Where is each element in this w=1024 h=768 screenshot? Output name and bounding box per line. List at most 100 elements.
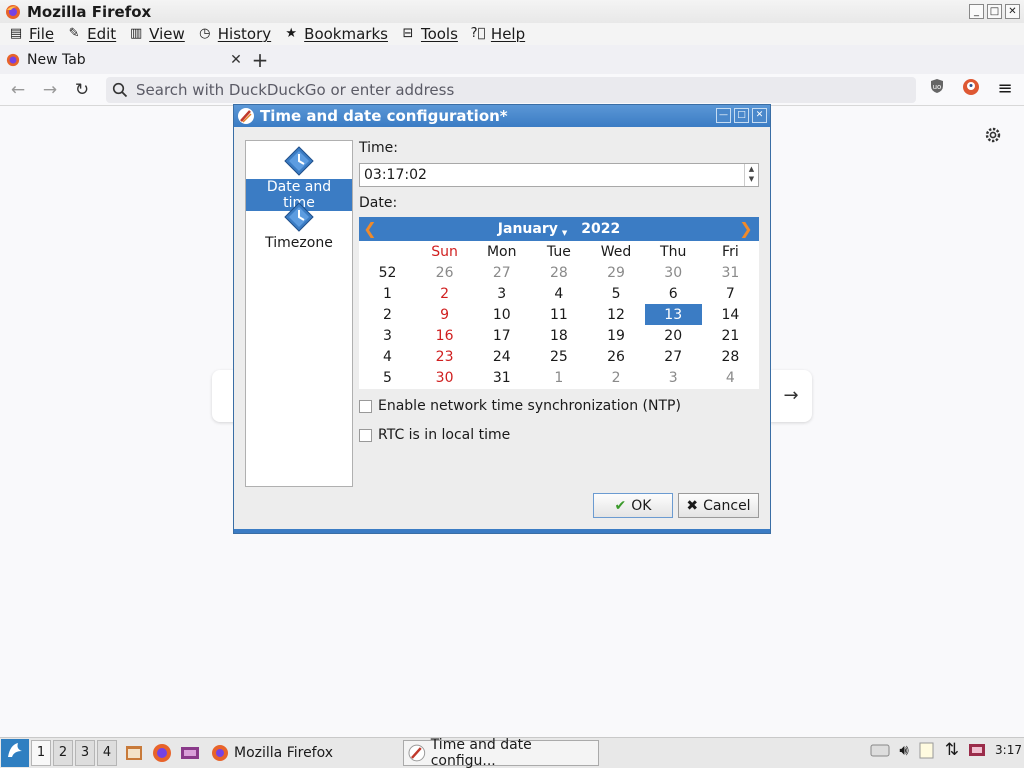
time-spin-buttons[interactable]: ▲ ▼ [744, 164, 758, 186]
calendar-day[interactable]: 4 [702, 367, 759, 388]
cancel-label: Cancel [703, 497, 751, 514]
close-button[interactable]: ✕ [1005, 4, 1020, 19]
rtc-checkbox[interactable]: RTC is in local time [359, 427, 510, 443]
duckduckgo-icon[interactable] [960, 78, 982, 100]
calendar-month[interactable]: January [498, 221, 558, 237]
firefox-launcher-icon[interactable] [151, 742, 173, 764]
next-month-arrow-icon[interactable]: ❯ [737, 219, 755, 238]
calendar-day[interactable]: 25 [530, 346, 587, 367]
calendar-day[interactable]: 12 [587, 304, 644, 325]
update-icon[interactable] [967, 740, 987, 760]
menu-tools[interactable]: ⊟ Tools [400, 25, 458, 43]
menu-hamburger-icon[interactable]: ≡ [994, 78, 1016, 100]
urlbar[interactable] [106, 77, 916, 103]
time-spinbox[interactable]: ▲▼ [359, 163, 759, 187]
task-time-date[interactable]: Time and date configu... [403, 737, 600, 768]
tab-close-icon[interactable]: ✕ [226, 52, 246, 68]
checkbox-box[interactable] [359, 428, 372, 442]
calendar-week-row: 5 30 31 1 2 3 4 [359, 367, 759, 388]
calendar-day[interactable]: 26 [416, 262, 473, 283]
back-button[interactable]: ← [4, 76, 32, 104]
calendar-day[interactable]: 30 [645, 262, 702, 283]
forward-button[interactable]: → [36, 76, 64, 104]
calendar-day[interactable]: 30 [416, 367, 473, 388]
calendar-day[interactable]: 4 [530, 283, 587, 304]
notes-icon[interactable] [917, 740, 937, 760]
calendar-day[interactable]: 14 [702, 304, 759, 325]
workspace-1[interactable]: 1 [31, 740, 51, 766]
calendar-day[interactable]: 31 [702, 262, 759, 283]
gear-icon[interactable] [984, 126, 1002, 144]
calendar-day[interactable]: 23 [416, 346, 473, 367]
calendar-day[interactable]: 21 [702, 325, 759, 346]
dialog-minimize-button[interactable]: — [716, 108, 731, 123]
calendar-day[interactable]: 27 [645, 346, 702, 367]
media-player-icon[interactable] [179, 742, 201, 764]
calendar-day[interactable]: 16 [416, 325, 473, 346]
start-menu-button[interactable] [1, 739, 29, 767]
calendar-day[interactable]: 24 [473, 346, 530, 367]
file-manager-icon[interactable] [123, 742, 145, 764]
calendar-day[interactable]: 2 [587, 367, 644, 388]
prev-month-arrow-icon[interactable]: ❮ [361, 219, 379, 238]
calendar-day[interactable]: 1 [530, 367, 587, 388]
address-input[interactable] [136, 81, 836, 99]
time-input[interactable] [360, 164, 740, 186]
menu-bookmarks[interactable]: ★ Bookmarks [283, 25, 388, 43]
calendar-day[interactable]: 18 [530, 325, 587, 346]
calendar-day[interactable]: 7 [702, 283, 759, 304]
tab-new-tab[interactable]: New Tab ✕ [0, 45, 246, 74]
calendar-day[interactable]: 28 [530, 262, 587, 283]
cancel-button[interactable]: ✖ Cancel [678, 493, 759, 518]
calendar-day[interactable]: 26 [587, 346, 644, 367]
calendar-day[interactable]: 3 [645, 367, 702, 388]
menu-help[interactable]: ?⃝ Help [470, 25, 526, 43]
menu-view[interactable]: ▥ View [128, 25, 185, 43]
calendar-day[interactable]: 28 [702, 346, 759, 367]
calendar-day[interactable]: 6 [645, 283, 702, 304]
maximize-button[interactable]: □ [987, 4, 1002, 19]
workspace-2[interactable]: 2 [53, 740, 73, 766]
calendar-day-selected[interactable]: 13 [644, 304, 702, 325]
calendar-day[interactable]: 27 [473, 262, 530, 283]
calendar-day[interactable]: 3 [473, 283, 530, 304]
calendar-day[interactable]: 17 [473, 325, 530, 346]
task-firefox[interactable]: Mozilla Firefox [207, 740, 333, 766]
calendar-day[interactable]: 20 [645, 325, 702, 346]
calendar-year[interactable]: 2022 [581, 221, 620, 237]
toolbox-icon: ⊟ [402, 26, 414, 41]
calendar-day[interactable]: 19 [587, 325, 644, 346]
network-icon[interactable]: ⇅ [945, 740, 959, 760]
calendar-day[interactable]: 5 [587, 283, 644, 304]
calendar-day[interactable]: 2 [416, 283, 473, 304]
dialog-close-button[interactable]: ✕ [752, 108, 767, 123]
new-tab-button[interactable]: + [246, 48, 274, 72]
calendar-day[interactable]: 11 [530, 304, 587, 325]
calendar-day[interactable]: 29 [587, 262, 644, 283]
dialog-title: Time and date configuration* [260, 107, 508, 125]
sidebar-item-timezone[interactable]: Timezone [246, 201, 352, 251]
workspace-3[interactable]: 3 [75, 740, 95, 766]
dialog-maximize-button[interactable]: □ [734, 108, 749, 123]
month-dropdown-icon[interactable]: ▼ [562, 229, 567, 237]
calendar-day[interactable]: 31 [473, 367, 530, 388]
checkbox-box[interactable] [359, 399, 372, 413]
star-icon: ★ [285, 26, 297, 41]
clock[interactable]: 3:17 [995, 743, 1022, 757]
volume-icon[interactable]: 🔊︎ [899, 741, 908, 759]
menu-history[interactable]: ◷ History [197, 25, 271, 43]
workspace-4[interactable]: 4 [97, 740, 117, 766]
ublock-icon[interactable]: uo [926, 78, 948, 100]
ok-button[interactable]: ✔ OK [593, 493, 673, 518]
calendar: ❮ January ▼ 2022 ❯ Sun Mon Tue Wed Thu F… [359, 217, 759, 389]
calendar-day[interactable]: 10 [473, 304, 530, 325]
calendar-day[interactable]: 9 [416, 304, 473, 325]
menu-edit[interactable]: ✎ Edit [66, 25, 117, 43]
search-go-button[interactable]: → [770, 370, 812, 422]
menu-file[interactable]: ▤ File [8, 25, 54, 43]
timezone-icon [284, 202, 314, 232]
ntp-checkbox[interactable]: Enable network time synchronization (NTP… [359, 398, 681, 414]
minimize-button[interactable]: _ [969, 4, 984, 19]
drive-icon[interactable] [869, 741, 891, 759]
reload-button[interactable]: ↻ [68, 76, 96, 104]
